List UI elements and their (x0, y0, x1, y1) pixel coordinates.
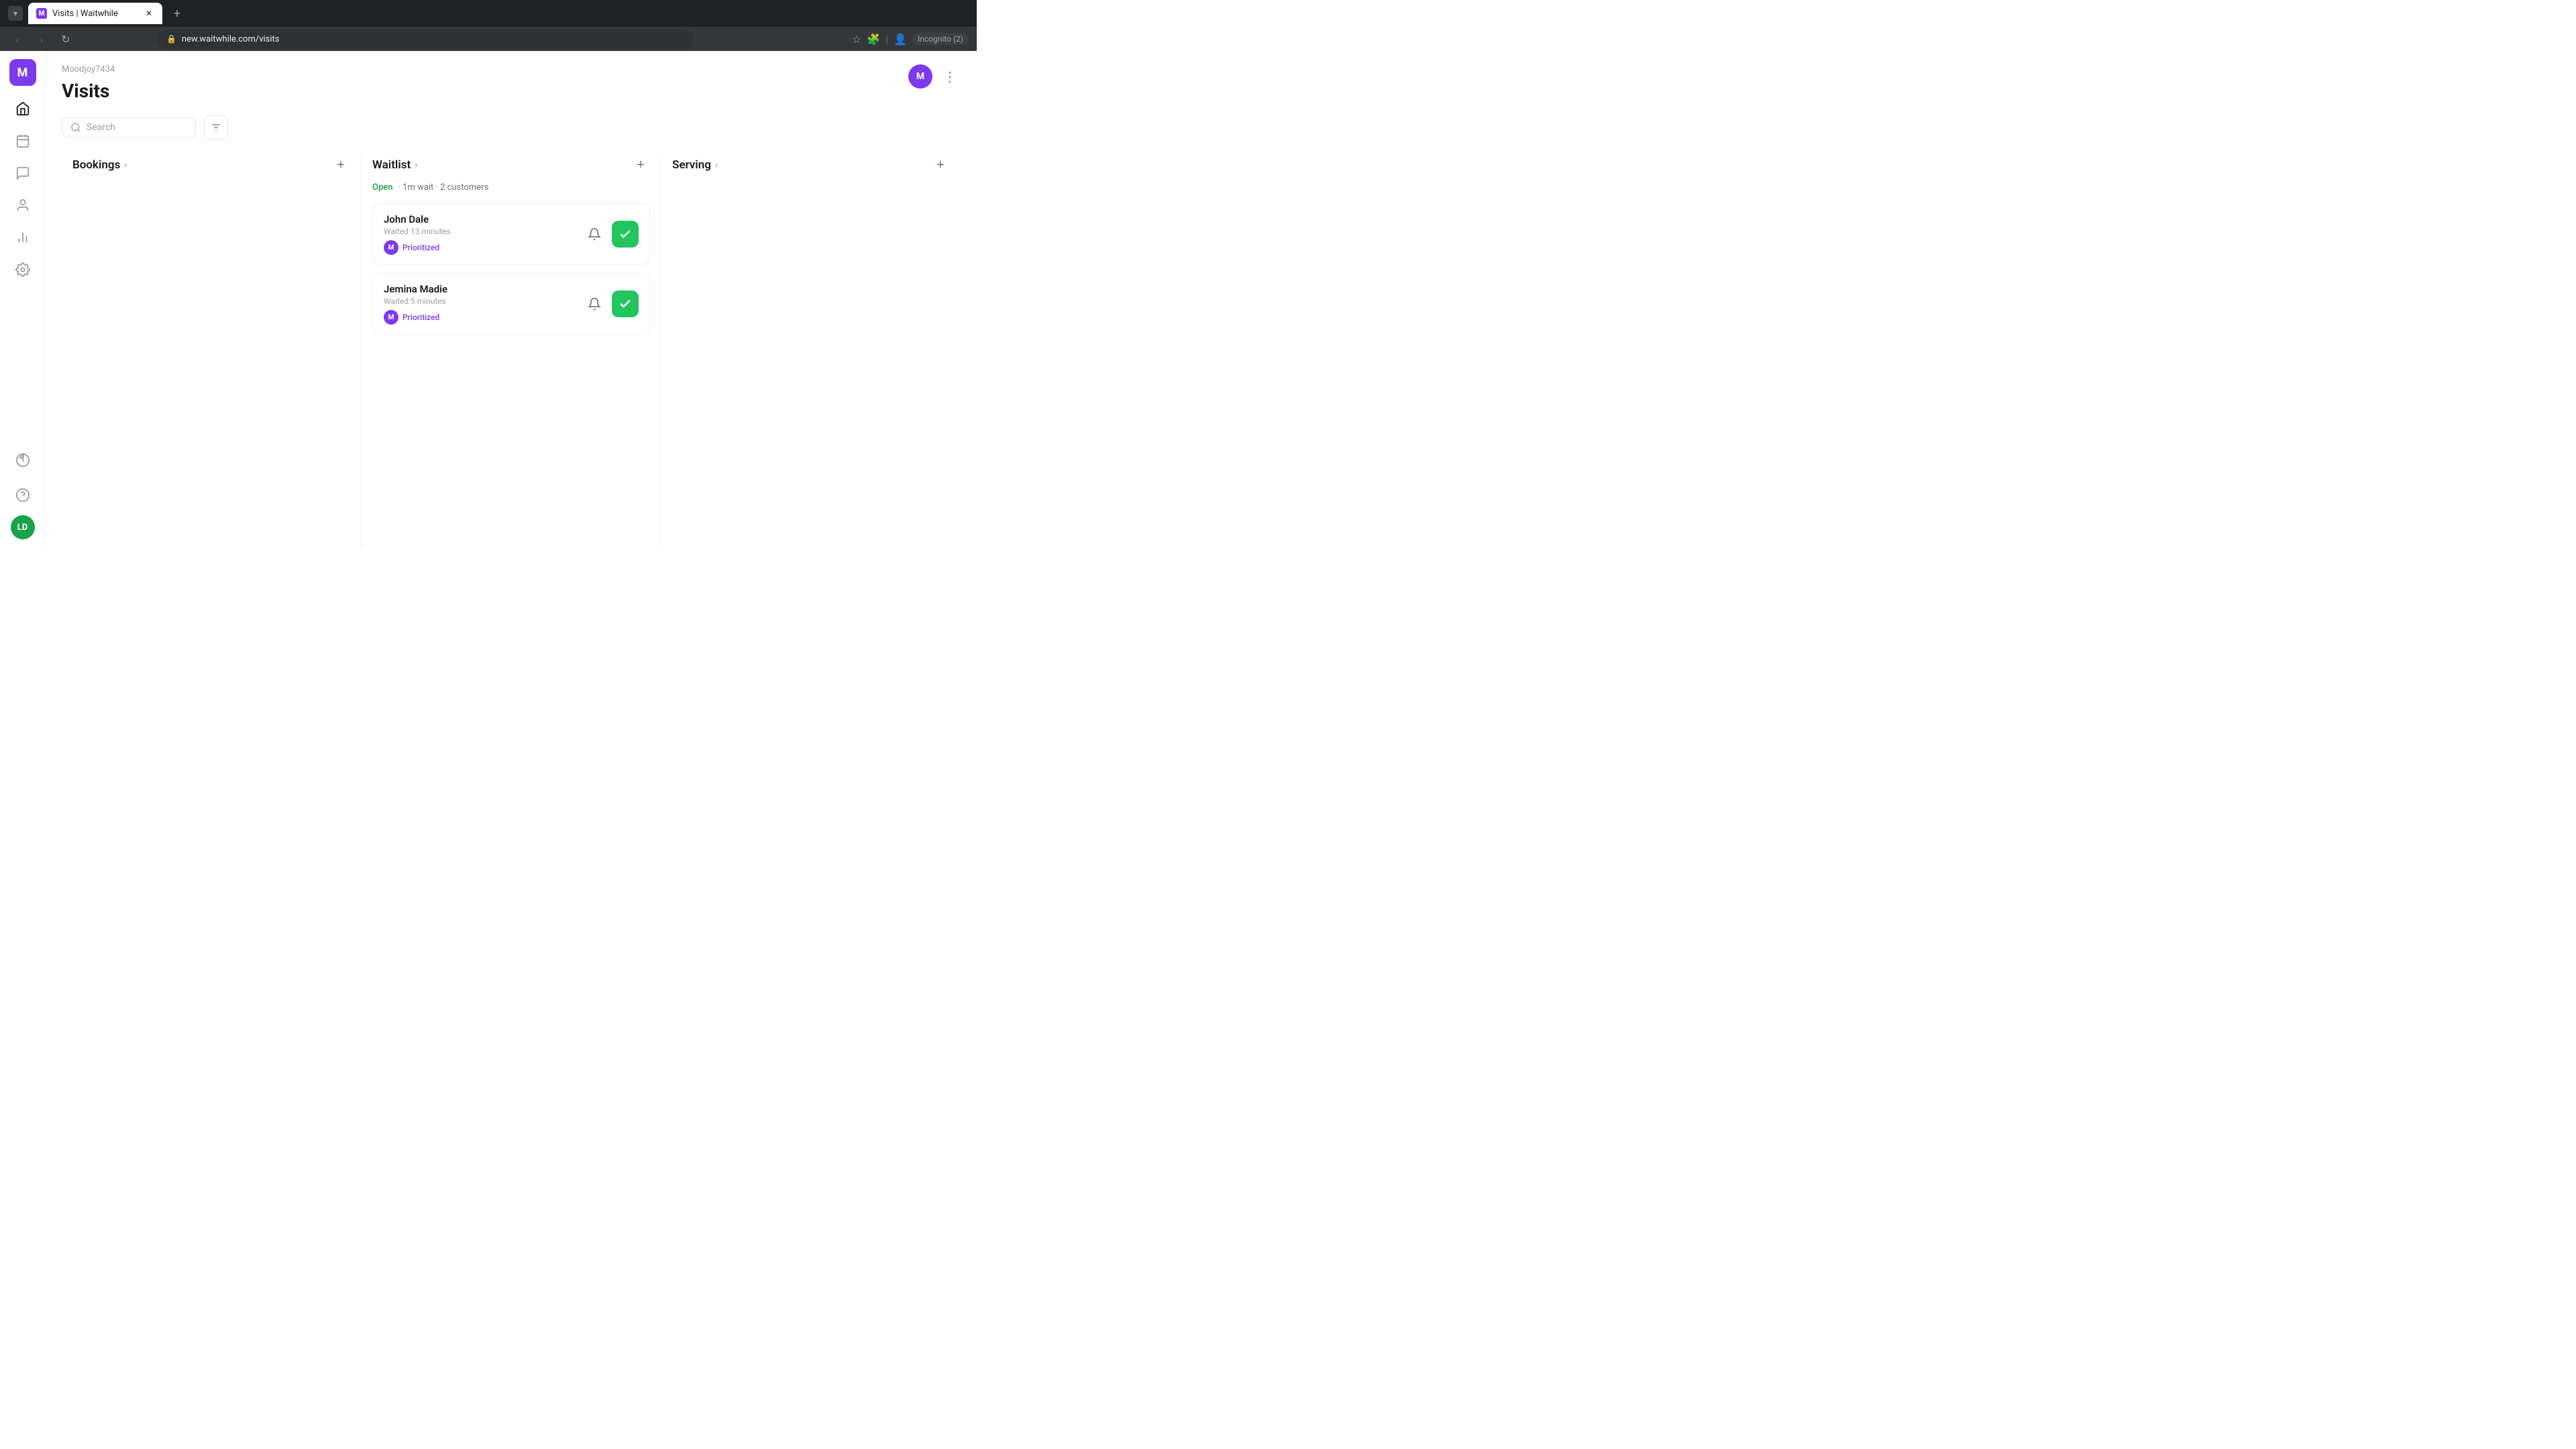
page-header: Moodjoy7434 Visits M ⋮ (62, 64, 961, 115)
page-title: Visits (62, 80, 115, 102)
tab-close-button[interactable]: ✕ (144, 8, 154, 19)
jemina-madie-tags: M Prioritized (384, 310, 574, 325)
tab-bar: ▾ M Visits | Waitwhile ✕ + (0, 0, 977, 27)
address-bar-actions: ☆ 🧩 | 👤 Incognito (2) (852, 33, 969, 46)
waitlist-status-bar: Open · 1m wait · 2 customers (372, 182, 650, 193)
search-icon (70, 122, 81, 133)
app: M LD (0, 51, 977, 547)
john-dale-bell-button[interactable] (582, 222, 606, 246)
customer-card-john-dale: John Dale Waited 13 minutes M Prioritize… (372, 203, 650, 265)
header-user-avatar[interactable]: M (908, 64, 932, 89)
serving-chevron-icon: › (715, 160, 718, 170)
jemina-madie-check-button[interactable] (612, 290, 639, 317)
profile-icon[interactable]: 👤 (894, 33, 907, 46)
sidebar-item-customers[interactable] (8, 191, 38, 220)
lock-icon: 🔒 (166, 34, 176, 44)
john-dale-wait: Waited 13 minutes (384, 227, 574, 236)
sidebar: M LD (0, 51, 46, 547)
bookings-column-header: Bookings › + (72, 156, 350, 174)
jemina-madie-info: Jemina Madie Waited 5 minutes M Prioriti… (384, 283, 574, 325)
org-name: Moodjoy7434 (62, 64, 115, 74)
tab-favicon: M (36, 8, 47, 19)
jemina-madie-name: Jemina Madie (384, 283, 574, 295)
header-actions: M ⋮ (908, 64, 961, 89)
status-detail: · 1m wait · 2 customers (398, 182, 488, 193)
incognito-badge: Incognito (2) (912, 33, 969, 45)
url-text: new.waitwhile.com/visits (182, 34, 280, 44)
more-options-button[interactable]: ⋮ (939, 66, 961, 87)
bookings-title[interactable]: Bookings › (72, 158, 127, 172)
bookmark-icon[interactable]: ☆ (852, 33, 861, 46)
sidebar-logo[interactable]: M (9, 59, 36, 86)
new-tab-button[interactable]: + (168, 4, 186, 23)
sidebar-item-settings[interactable] (8, 255, 38, 284)
bookings-column: Bookings › + (62, 156, 362, 547)
divider: | (885, 33, 888, 46)
address-bar-row: ‹ › ↻ 🔒 new.waitwhile.com/visits ☆ 🧩 | 👤… (0, 27, 977, 51)
columns-container: Bookings › + Waitlist › + Open (62, 156, 961, 547)
serving-column-header: Serving › + (672, 156, 950, 174)
extensions-icon[interactable]: 🧩 (867, 33, 880, 46)
customer-card-jemina-madie: Jemina Madie Waited 5 minutes M Prioriti… (372, 273, 650, 335)
waitlist-chevron-icon: › (415, 160, 417, 170)
search-box[interactable]: Search (62, 117, 196, 138)
active-tab[interactable]: M Visits | Waitwhile ✕ (28, 3, 162, 24)
user-avatar-bottom[interactable]: LD (11, 515, 35, 539)
john-dale-tags: M Prioritized (384, 240, 574, 255)
jemina-madie-actions (582, 290, 639, 317)
jemina-madie-priority-label: Prioritized (402, 313, 439, 322)
john-dale-check-button[interactable] (612, 221, 639, 248)
sidebar-item-home[interactable] (8, 94, 38, 123)
filter-button[interactable] (204, 115, 228, 140)
john-dale-actions (582, 221, 639, 248)
browser-window: ▾ M Visits | Waitwhile ✕ + ‹ › ↻ 🔒 new.w… (0, 0, 977, 51)
sidebar-item-calendar[interactable] (8, 126, 38, 156)
address-bar[interactable]: 🔒 new.waitwhile.com/visits (157, 30, 694, 48)
sidebar-bottom: LD (8, 445, 38, 539)
filter-icon (211, 122, 221, 133)
jemina-madie-avatar: M (384, 310, 398, 325)
sidebar-item-quick-actions[interactable] (8, 445, 38, 475)
jemina-madie-bell-button[interactable] (582, 292, 606, 316)
john-dale-name: John Dale (384, 213, 574, 225)
waitlist-column: Waitlist › + Open · 1m wait · 2 customer… (362, 156, 661, 547)
toolbar: Search (62, 115, 961, 140)
status-open-label: Open (372, 182, 392, 193)
sidebar-item-help[interactable] (8, 480, 38, 510)
serving-column: Serving › + (661, 156, 961, 547)
back-button[interactable]: ‹ (8, 30, 27, 48)
forward-button[interactable]: › (32, 30, 51, 48)
john-dale-info: John Dale Waited 13 minutes M Prioritize… (384, 213, 574, 255)
serving-add-button[interactable]: + (931, 156, 950, 174)
waitlist-title[interactable]: Waitlist › (372, 158, 417, 172)
bookings-add-button[interactable]: + (331, 156, 350, 174)
tab-title: Visits | Waitwhile (52, 9, 118, 19)
waitlist-add-button[interactable]: + (631, 156, 650, 174)
john-dale-avatar: M (384, 240, 398, 255)
search-placeholder: Search (87, 122, 115, 133)
bookings-chevron-icon: › (124, 160, 127, 170)
sidebar-item-messages[interactable] (8, 158, 38, 188)
serving-title[interactable]: Serving › (672, 158, 718, 172)
waitlist-column-header: Waitlist › + (372, 156, 650, 174)
john-dale-priority-label: Prioritized (402, 243, 439, 252)
main-content: Moodjoy7434 Visits M ⋮ Search (46, 51, 977, 547)
tab-switcher[interactable]: ▾ (8, 6, 23, 21)
sidebar-item-analytics[interactable] (8, 223, 38, 252)
jemina-madie-wait: Waited 5 minutes (384, 297, 574, 306)
reload-button[interactable]: ↻ (56, 30, 75, 48)
